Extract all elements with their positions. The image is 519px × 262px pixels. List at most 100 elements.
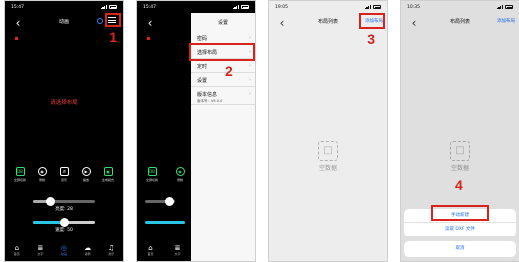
drawer-header: 设置	[191, 13, 255, 31]
control-label: 音乐	[60, 178, 67, 182]
read-dxf-button[interactable]: 读取 DXF 文件	[404, 223, 516, 237]
status-icons	[364, 4, 381, 10]
record-button[interactable]: ◉ 录制	[171, 167, 189, 182]
status-bar: 19:05	[269, 3, 387, 11]
status-bar: 15:47	[137, 3, 255, 11]
brightness-slider[interactable]	[33, 197, 95, 206]
play-icon: ▶	[81, 167, 91, 176]
screen-settings-drawer: 15:47 ‹ DB 全屏切换 ◉ 录制 ⌂ 首页 ≣ 文字 设置 密码 › 选择布…	[136, 0, 256, 262]
fullscreen-button[interactable]: DB 全屏切换	[143, 167, 161, 182]
empty-text: 空数据	[318, 165, 337, 172]
screen-layout-list: 19:05 ‹ 布局列表 添加布局 3 □ 空数据	[268, 0, 388, 262]
speed-value: 速度: 50	[55, 228, 73, 233]
cancel-button[interactable]: 取消	[404, 241, 516, 257]
tab-bar: ⌂ 首页 ≣ 文字 ◎ 动画 ☁ 涂鸦 ♫ 音乐	[5, 239, 123, 261]
signal-icon	[100, 4, 107, 10]
drawer-title: 设置	[217, 20, 228, 26]
brightness-slider[interactable]	[145, 197, 175, 206]
brightness-thumb[interactable]	[165, 197, 174, 206]
tab-graffiti[interactable]: ☁ 涂鸦	[80, 244, 96, 256]
fullscreen-button[interactable]: DB 全屏切换	[11, 167, 29, 182]
step-number-3: 3	[367, 31, 375, 47]
tab-text[interactable]: ≣ 文字	[32, 244, 48, 256]
tab-home[interactable]: ⌂ 首页	[143, 244, 159, 256]
control-row-dimmed: DB 全屏切换 ◉ 录制	[143, 167, 189, 182]
speed-slider[interactable]	[145, 221, 185, 224]
status-time: 15:47	[143, 4, 156, 10]
battery-icon	[373, 5, 381, 9]
select-layout-prompt: 请选择布局	[50, 100, 78, 106]
music-note-icon: ♫	[108, 244, 115, 252]
record-icon: ◉	[37, 167, 47, 176]
battery-icon	[109, 5, 117, 9]
step-number-1: 1	[109, 29, 117, 45]
speed-slider[interactable]	[33, 218, 95, 227]
tab-label: 涂鸦	[84, 252, 91, 256]
step-number-2: 2	[225, 63, 233, 79]
empty-state: □ 空数据	[269, 141, 387, 172]
graffiti-icon: ☁	[84, 244, 92, 252]
connection-icon[interactable]	[97, 18, 103, 24]
back-icon[interactable]: ‹	[143, 16, 157, 30]
version-number: 版本号：V6.0.0	[197, 99, 223, 103]
back-icon[interactable]: ‹	[11, 16, 25, 30]
highlight-box-3	[359, 13, 385, 29]
home-icon: ⌂	[148, 244, 153, 252]
mode-icon: ▣	[103, 167, 113, 176]
db-icon: DB	[15, 167, 25, 176]
status-time: 15:47	[11, 4, 24, 10]
tab-text[interactable]: ≣ 文字	[170, 244, 186, 256]
mode-button[interactable]: ▣ 生成模式	[99, 167, 117, 182]
record-icon: ◉	[175, 167, 185, 176]
highlight-box-4	[431, 205, 489, 221]
tab-bar: ⌂ 首页 ≣ 文字	[137, 239, 191, 261]
tab-label: 首页	[13, 252, 20, 256]
step-number-4: 4	[455, 177, 463, 193]
page-title: 动画	[58, 19, 69, 25]
tab-label: 文字	[37, 252, 44, 256]
menu-item-label: 定时	[197, 64, 208, 70]
record-indicator	[15, 37, 18, 40]
screen-animation: 15:47 ‹ 动画 1 请选择布局 DB 全屏切换 ◉ 录制 ♬ 音乐 ▶ 播…	[4, 0, 124, 262]
control-label: 录制	[38, 178, 45, 182]
tab-home[interactable]: ⌂ 首页	[9, 244, 25, 256]
control-label: 播放	[82, 178, 89, 182]
control-label: 全屏切换	[145, 178, 158, 182]
status-time: 19:05	[275, 4, 288, 10]
chevron-right-icon: ›	[249, 35, 251, 41]
tab-label: 音乐	[108, 252, 115, 256]
highlight-box-1	[105, 13, 121, 27]
text-icon: ≣	[174, 244, 181, 252]
control-label: 生成模式	[101, 178, 114, 182]
chevron-right-icon: ›	[249, 77, 251, 83]
text-icon: ≣	[37, 244, 44, 252]
control-label: 全屏切换	[13, 178, 26, 182]
brightness-thumb[interactable]	[45, 197, 55, 206]
settings-drawer: 密码 › 选择布局 › 定时 › 设置 › 版本信息 版本号：V6.0.0 ›	[191, 31, 255, 261]
menu-item-timer[interactable]: 定时 ›	[191, 59, 255, 73]
tab-music[interactable]: ♫ 音乐	[103, 244, 119, 256]
record-indicator	[147, 37, 150, 40]
menu-item-settings[interactable]: 设置 ›	[191, 73, 255, 87]
back-icon[interactable]: ‹	[275, 16, 289, 30]
highlight-box-2	[189, 43, 255, 61]
status-bar: 15:47	[5, 3, 123, 11]
tab-label: 动画	[60, 252, 67, 256]
signal-icon	[364, 4, 371, 10]
db-icon: DB	[147, 167, 157, 176]
status-icons	[100, 4, 117, 10]
screen-add-layout-sheet: 10:35 ‹ 布局列表 添加布局 □ 空数据 4 手动新建 读取 DXF 文件…	[400, 0, 519, 262]
record-button[interactable]: ◉ 录制	[33, 167, 51, 182]
animation-icon: ◎	[60, 244, 68, 252]
status-icons	[232, 4, 249, 10]
menu-item-version[interactable]: 版本信息 版本号：V6.0.0 ›	[191, 87, 255, 105]
menu-item-label: 设置	[197, 78, 208, 84]
music-button[interactable]: ♬ 音乐	[55, 167, 73, 182]
tab-animation[interactable]: ◎ 动画	[56, 244, 72, 256]
menu-item-label: 版本信息	[197, 92, 218, 98]
play-button[interactable]: ▶ 播放	[77, 167, 95, 182]
speed-thumb[interactable]	[59, 218, 69, 227]
tab-label: 首页	[147, 252, 154, 256]
signal-icon	[232, 4, 239, 10]
music-icon: ♬	[59, 167, 69, 176]
